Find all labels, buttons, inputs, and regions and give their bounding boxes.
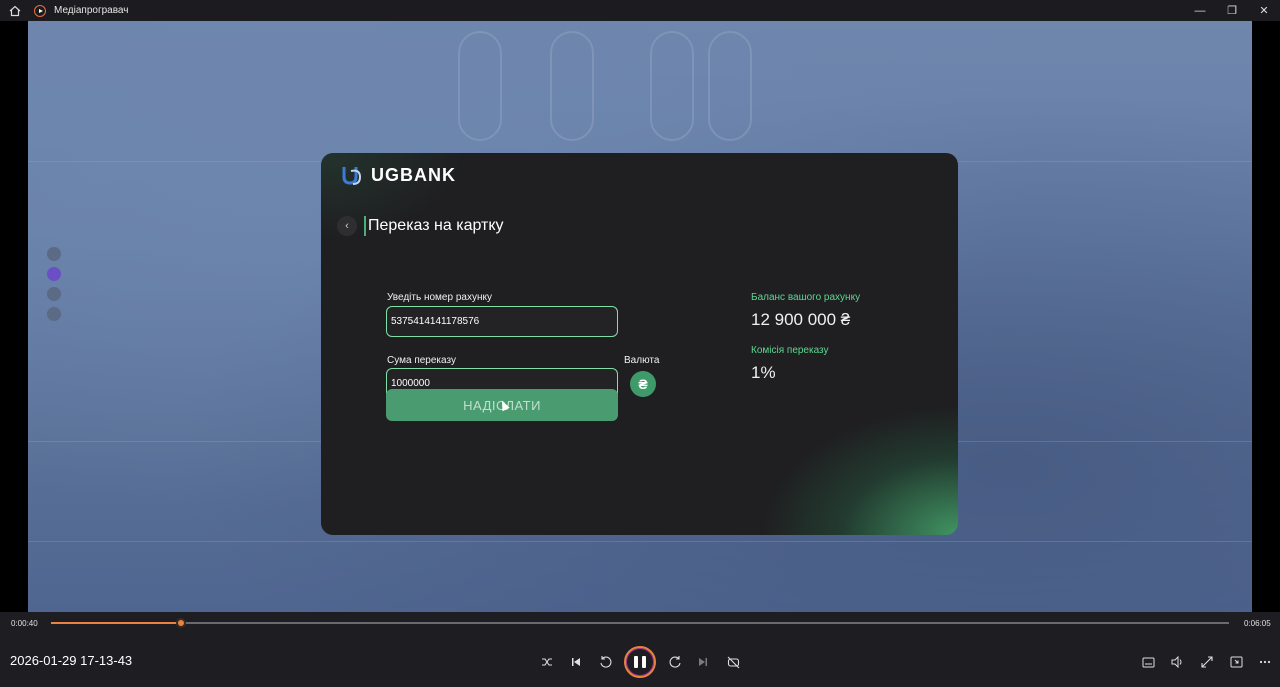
hud-icon	[47, 247, 61, 261]
ugbank-logo-icon	[342, 167, 362, 185]
rewind-10-icon[interactable]	[597, 653, 615, 671]
forward-30-icon[interactable]	[666, 653, 684, 671]
video-frame[interactable]: UGBANK ‹ Переказ на картку Уведіть номер…	[0, 21, 1280, 612]
pause-icon	[634, 656, 646, 668]
fee-value: 1%	[751, 363, 776, 382]
mini-player-icon[interactable]	[1227, 653, 1245, 671]
more-options-icon[interactable]	[1256, 653, 1274, 671]
hryvnia-currency-button[interactable]: ₴	[630, 371, 656, 397]
page-title: Переказ на картку	[364, 216, 504, 236]
window-title: Медіапрогравач	[54, 5, 129, 16]
volume-icon[interactable]	[1168, 653, 1186, 671]
bank-name: UGBANK	[371, 164, 456, 185]
balance-label: Баланс вашого рахунку	[751, 292, 861, 303]
fullscreen-icon[interactable]	[1198, 653, 1216, 671]
player-controls: 0:00:40 0:06:05 2026-01-29 17-13-43	[0, 612, 1280, 687]
seek-bar[interactable]	[51, 618, 1229, 628]
account-label: Уведіть номер рахунку	[387, 292, 492, 303]
seek-bar-progress	[51, 622, 181, 624]
shuffle-icon[interactable]	[538, 653, 556, 671]
minimize-button[interactable]: —	[1184, 0, 1216, 21]
repeat-off-icon[interactable]	[724, 653, 742, 671]
hud-icon	[47, 307, 61, 321]
subtitles-icon[interactable]	[1139, 653, 1157, 671]
home-icon[interactable]	[0, 0, 30, 21]
scene-door	[650, 31, 694, 141]
currency-label: Валюта	[624, 355, 660, 366]
pause-button[interactable]	[624, 646, 656, 678]
media-player-icon	[34, 4, 46, 17]
account-number-value: 5375414141178576	[391, 316, 480, 327]
elapsed-time: 0:00:40	[11, 619, 38, 628]
seek-thumb[interactable]	[175, 618, 186, 628]
title-bar: Медіапрогравач — ❐ ✕	[0, 0, 1280, 21]
bank-logo: UGBANK	[341, 164, 456, 186]
bank-transfer-panel: UGBANK ‹ Переказ на картку Уведіть номер…	[321, 153, 958, 535]
close-button[interactable]: ✕	[1248, 0, 1280, 21]
account-number-input[interactable]: 5375414141178576	[386, 306, 618, 337]
back-button[interactable]: ‹	[337, 216, 357, 236]
hud-icon	[47, 267, 61, 281]
scene-line	[28, 541, 1252, 542]
scene-door	[458, 31, 502, 141]
previous-icon[interactable]	[567, 653, 585, 671]
fee-label: Комісія переказу	[751, 345, 829, 356]
amount-value: 1000000	[391, 378, 430, 389]
total-duration: 0:06:05	[1244, 619, 1271, 628]
restore-button[interactable]: ❐	[1216, 0, 1248, 21]
media-title: 2026-01-29 17-13-43	[10, 653, 133, 668]
scene-door	[708, 31, 752, 141]
amount-label: Сума переказу	[387, 355, 456, 366]
next-icon[interactable]	[694, 653, 712, 671]
balance-value: 12 900 000 ₴	[751, 310, 851, 329]
hud-icon	[47, 287, 61, 301]
scene-door	[550, 31, 594, 141]
